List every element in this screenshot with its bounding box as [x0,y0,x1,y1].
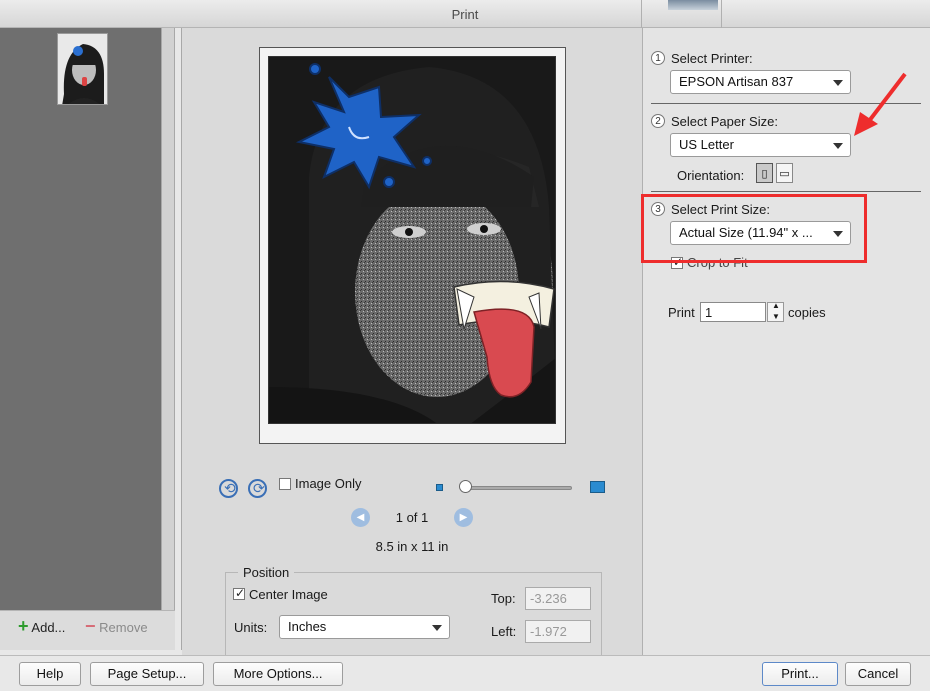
top-field[interactable]: -3.236 [525,587,591,610]
step-1-badge: 1 [651,51,665,65]
paper-dimensions: 8.5 in x 11 in [375,539,449,554]
chevron-down-icon [833,80,843,86]
select-paper-size-label: Select Paper Size: [671,114,778,129]
paper-size-value: US Letter [679,137,734,152]
zoom-slider-track[interactable] [462,486,572,490]
units-select[interactable]: Inches [279,615,450,639]
select-printer-label: Select Printer: [671,51,753,66]
printer-select[interactable]: EPSON Artisan 837 [670,70,851,94]
more-options-button[interactable]: More Options... [213,662,343,686]
remove-label: Remove [99,620,148,635]
sidebar-splitter[interactable] [161,28,175,650]
annotation-highlight-box [641,194,867,263]
title-bar-divider [721,0,722,28]
photo-preview[interactable] [268,56,556,424]
center-image-label: Center Image [249,587,328,602]
step-2-badge: 2 [651,114,665,128]
units-value: Inches [288,619,327,634]
portrait-icon: ▯ [761,168,768,180]
photo-thumbnail[interactable] [57,33,108,105]
rotate-left-icon: ⟲ [224,480,236,496]
photo-sidebar [0,28,161,610]
rotate-left-button[interactable]: ⟲ [219,479,238,498]
page-setup-button[interactable]: Page Setup... [90,662,204,686]
position-legend: Position [238,565,295,580]
chevron-down-icon [432,625,442,631]
chevron-up-icon: ▲ [772,301,780,310]
left-field[interactable]: -1.972 [525,620,591,643]
rotate-right-button[interactable]: ⟳ [248,479,267,498]
chevron-left-icon: ◀ [356,512,365,523]
add-button[interactable]: + Add... [18,616,65,637]
print-button[interactable]: Print... [762,662,838,686]
background-window-thumbnail [668,0,718,10]
cancel-button[interactable]: Cancel [845,662,911,686]
minus-icon: − [85,616,96,636]
left-label: Left: [491,624,517,639]
printer-value: EPSON Artisan 837 [679,74,794,89]
units-label: Units: [234,620,268,635]
next-page-button[interactable]: ▶ [454,508,473,527]
annotation-arrow-icon [854,72,907,136]
copies-stepper[interactable]: ▲ ▼ [767,301,784,322]
paper-size-select[interactable]: US Letter [670,133,851,157]
print-copies-suffix: copies [788,305,826,320]
zoom-slider-knob[interactable] [459,480,472,493]
landscape-icon: ▭ [779,168,790,180]
rotate-right-icon: ⟳ [253,480,265,496]
page-indicator: 1 of 1 [395,510,429,525]
image-only-label: Image Only [295,476,362,491]
orientation-label: Orientation: [677,168,745,183]
section-divider [651,191,921,192]
landscape-button[interactable]: ▭ [776,163,793,183]
chevron-right-icon: ▶ [459,512,468,523]
title-bar-divider [641,0,642,28]
print-copies-prefix: Print [668,305,695,320]
zoom-out-icon[interactable] [436,484,443,491]
zoom-in-icon[interactable] [590,481,605,493]
help-button[interactable]: Help [19,662,81,686]
chevron-down-icon: ▼ [772,312,780,321]
center-image-checkbox[interactable] [233,586,245,600]
add-label: Add... [31,620,66,635]
portrait-button[interactable]: ▯ [756,163,773,183]
copies-input[interactable]: 1 [700,302,766,322]
plus-icon: + [18,616,29,636]
chevron-down-icon [833,143,843,149]
previous-page-button[interactable]: ◀ [351,508,370,527]
top-label: Top: [491,591,516,606]
remove-button[interactable]: − Remove [85,616,148,637]
window-title: Print [451,7,479,22]
image-only-checkbox[interactable] [279,478,291,490]
